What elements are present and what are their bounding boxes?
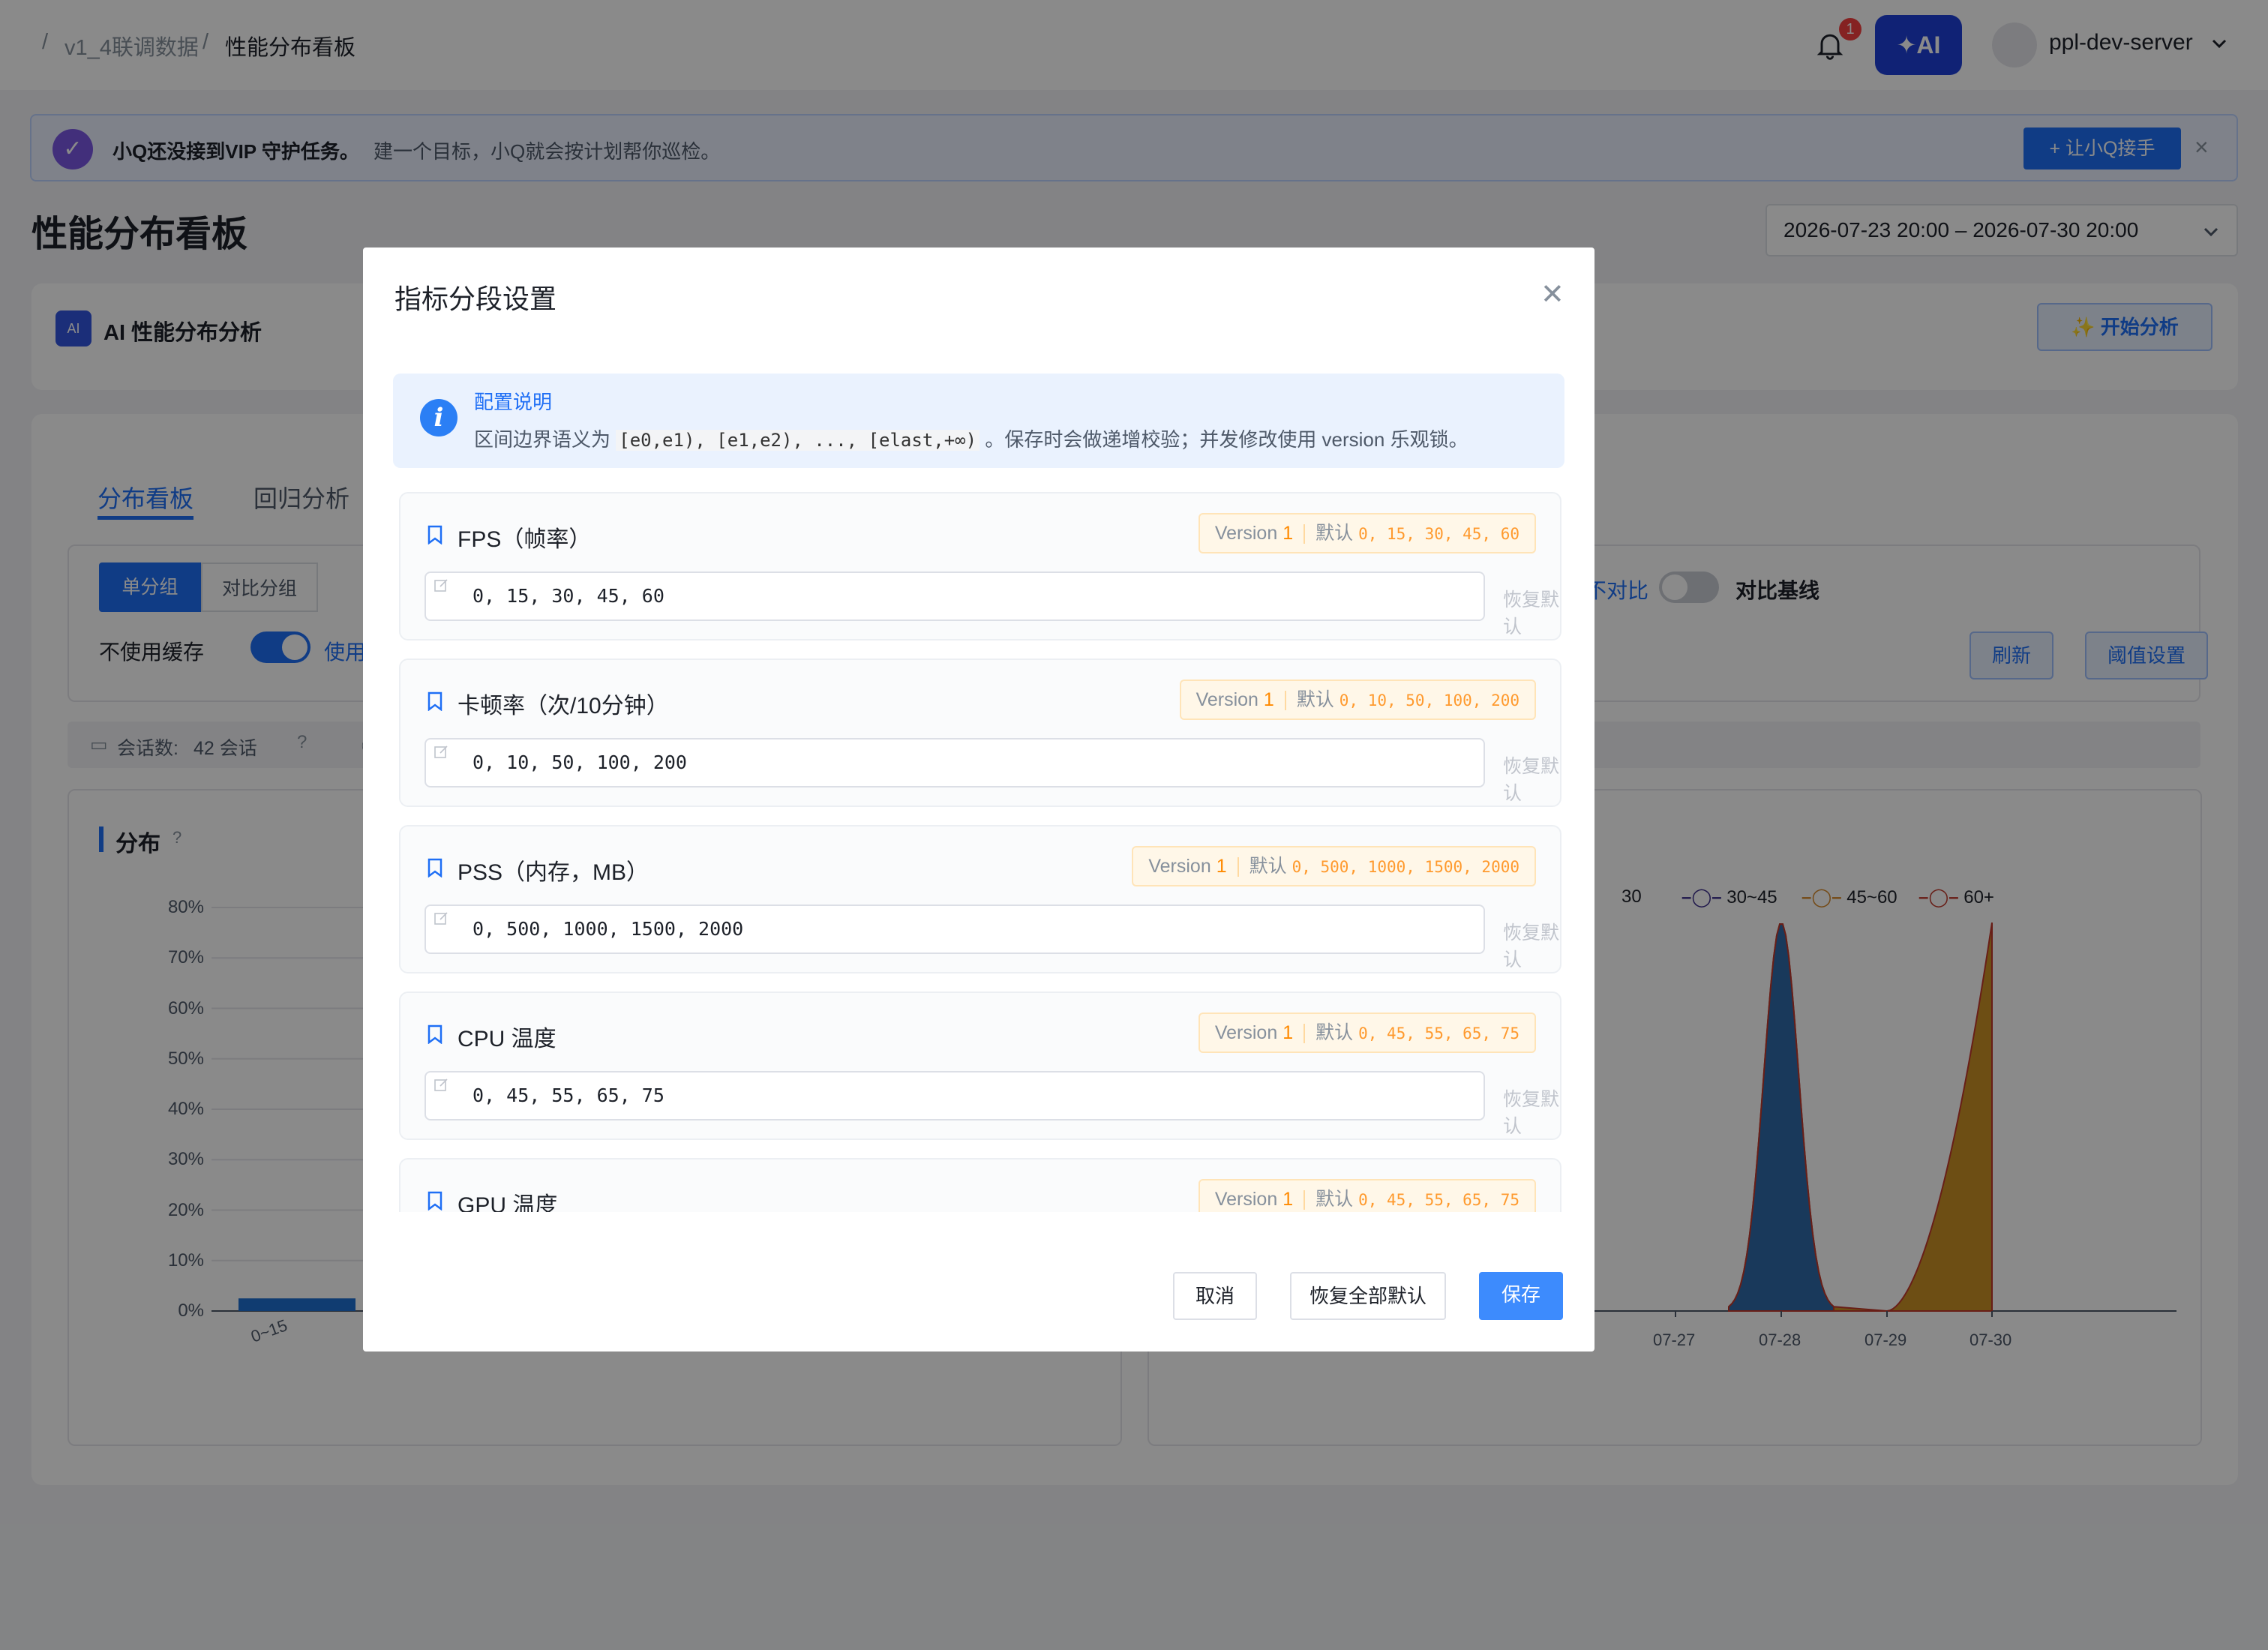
version-tag: Version 1 默认 0, 10, 50, 100, 200 (1179, 680, 1536, 720)
version-label: Version (1214, 1022, 1278, 1043)
metric-title: FPS（帧率） (458, 527, 592, 552)
version-tag: Version 1 默认 0, 15, 30, 45, 60 (1198, 513, 1536, 554)
metric-title: CPU 温度 (458, 1027, 556, 1052)
metric-edges-value: 0, 10, 50, 100, 200 (472, 752, 687, 773)
default-label: 默认 (1296, 689, 1334, 710)
bookmark-icon (428, 692, 442, 711)
segment-settings-modal: 指标分段设置 ✕ i 配置说明 区间边界语义为 [e0,e1), [e1,e2)… (363, 248, 1594, 1352)
metrics-list: FPS（帧率） Version 1 默认 0, 15, 30, 45, 60 0, 1… (363, 248, 1594, 1212)
version-number: 1 (1282, 1022, 1294, 1043)
version-label: Version (1148, 856, 1211, 877)
default-value: 0, 500, 1000, 1500, 2000 (1292, 858, 1520, 876)
version-label: Version (1214, 1189, 1278, 1210)
metric-edges-value: 0, 15, 30, 45, 60 (472, 585, 664, 607)
cancel-button[interactable]: 取消 (1173, 1272, 1257, 1320)
metric-edges-value: 0, 500, 1000, 1500, 2000 (472, 918, 744, 940)
restore-default-button[interactable]: 恢复默认 (1503, 752, 1560, 806)
edit-icon (434, 912, 448, 925)
version-number: 1 (1282, 523, 1294, 544)
metric-section: PSS（内存，MB） Version 1 默认 0, 500, 1000, 1500… (399, 825, 1562, 974)
restore-default-button[interactable]: 恢复默认 (1503, 585, 1560, 639)
default-value: 0, 15, 30, 45, 60 (1358, 525, 1520, 543)
metric-edges-input[interactable]: 0, 15, 30, 45, 60 (424, 572, 1485, 621)
version-label: Version (1196, 689, 1258, 710)
metric-title: 卡顿率（次/10分钟） (458, 694, 669, 718)
default-value: 0, 45, 55, 65, 75 (1358, 1191, 1520, 1209)
metric-edges-input[interactable]: 0, 10, 50, 100, 200 (424, 738, 1485, 788)
metric-edges-input[interactable]: 0, 500, 1000, 1500, 2000 (424, 904, 1485, 954)
version-number: 1 (1282, 1189, 1294, 1210)
bookmark-icon (428, 858, 442, 878)
version-tag: Version 1 默认 0, 500, 1000, 1500, 2000 (1132, 846, 1536, 886)
metric-edges-input[interactable]: 0, 45, 55, 65, 75 (424, 1071, 1485, 1120)
metric-section: CPU 温度 Version 1 默认 0, 45, 55, 65, 75 0, 45… (399, 992, 1562, 1140)
version-number: 1 (1263, 689, 1274, 710)
metric-section: FPS（帧率） Version 1 默认 0, 15, 30, 45, 60 0, 1… (399, 492, 1562, 640)
default-label: 默认 (1316, 1022, 1354, 1043)
version-number: 1 (1216, 856, 1227, 877)
default-label: 默认 (1249, 856, 1287, 877)
metric-section: 卡顿率（次/10分钟） Version 1 默认 0, 10, 50, 100, 2… (399, 658, 1562, 807)
restore-all-button[interactable]: 恢复全部默认 (1290, 1272, 1446, 1320)
default-label: 默认 (1316, 523, 1354, 544)
default-value: 0, 10, 50, 100, 200 (1339, 692, 1520, 710)
edit-icon (434, 1078, 448, 1091)
restore-default-button[interactable]: 恢复默认 (1503, 1084, 1560, 1138)
bookmark-icon (428, 1024, 442, 1044)
default-label: 默认 (1316, 1189, 1354, 1210)
edit-icon (434, 746, 448, 758)
edit-icon (434, 579, 448, 592)
version-tag: Version 1 默认 0, 45, 55, 65, 75 (1198, 1012, 1536, 1053)
metric-title: PSS（内存，MB） (458, 860, 650, 885)
default-value: 0, 45, 55, 65, 75 (1358, 1024, 1520, 1042)
bookmark-icon (428, 1191, 442, 1210)
version-label: Version (1214, 523, 1278, 544)
restore-default-button[interactable]: 恢复默认 (1503, 918, 1560, 972)
metric-edges-value: 0, 45, 55, 65, 75 (472, 1084, 664, 1106)
save-button[interactable]: 保存 (1479, 1272, 1563, 1320)
bookmark-icon (428, 525, 442, 544)
